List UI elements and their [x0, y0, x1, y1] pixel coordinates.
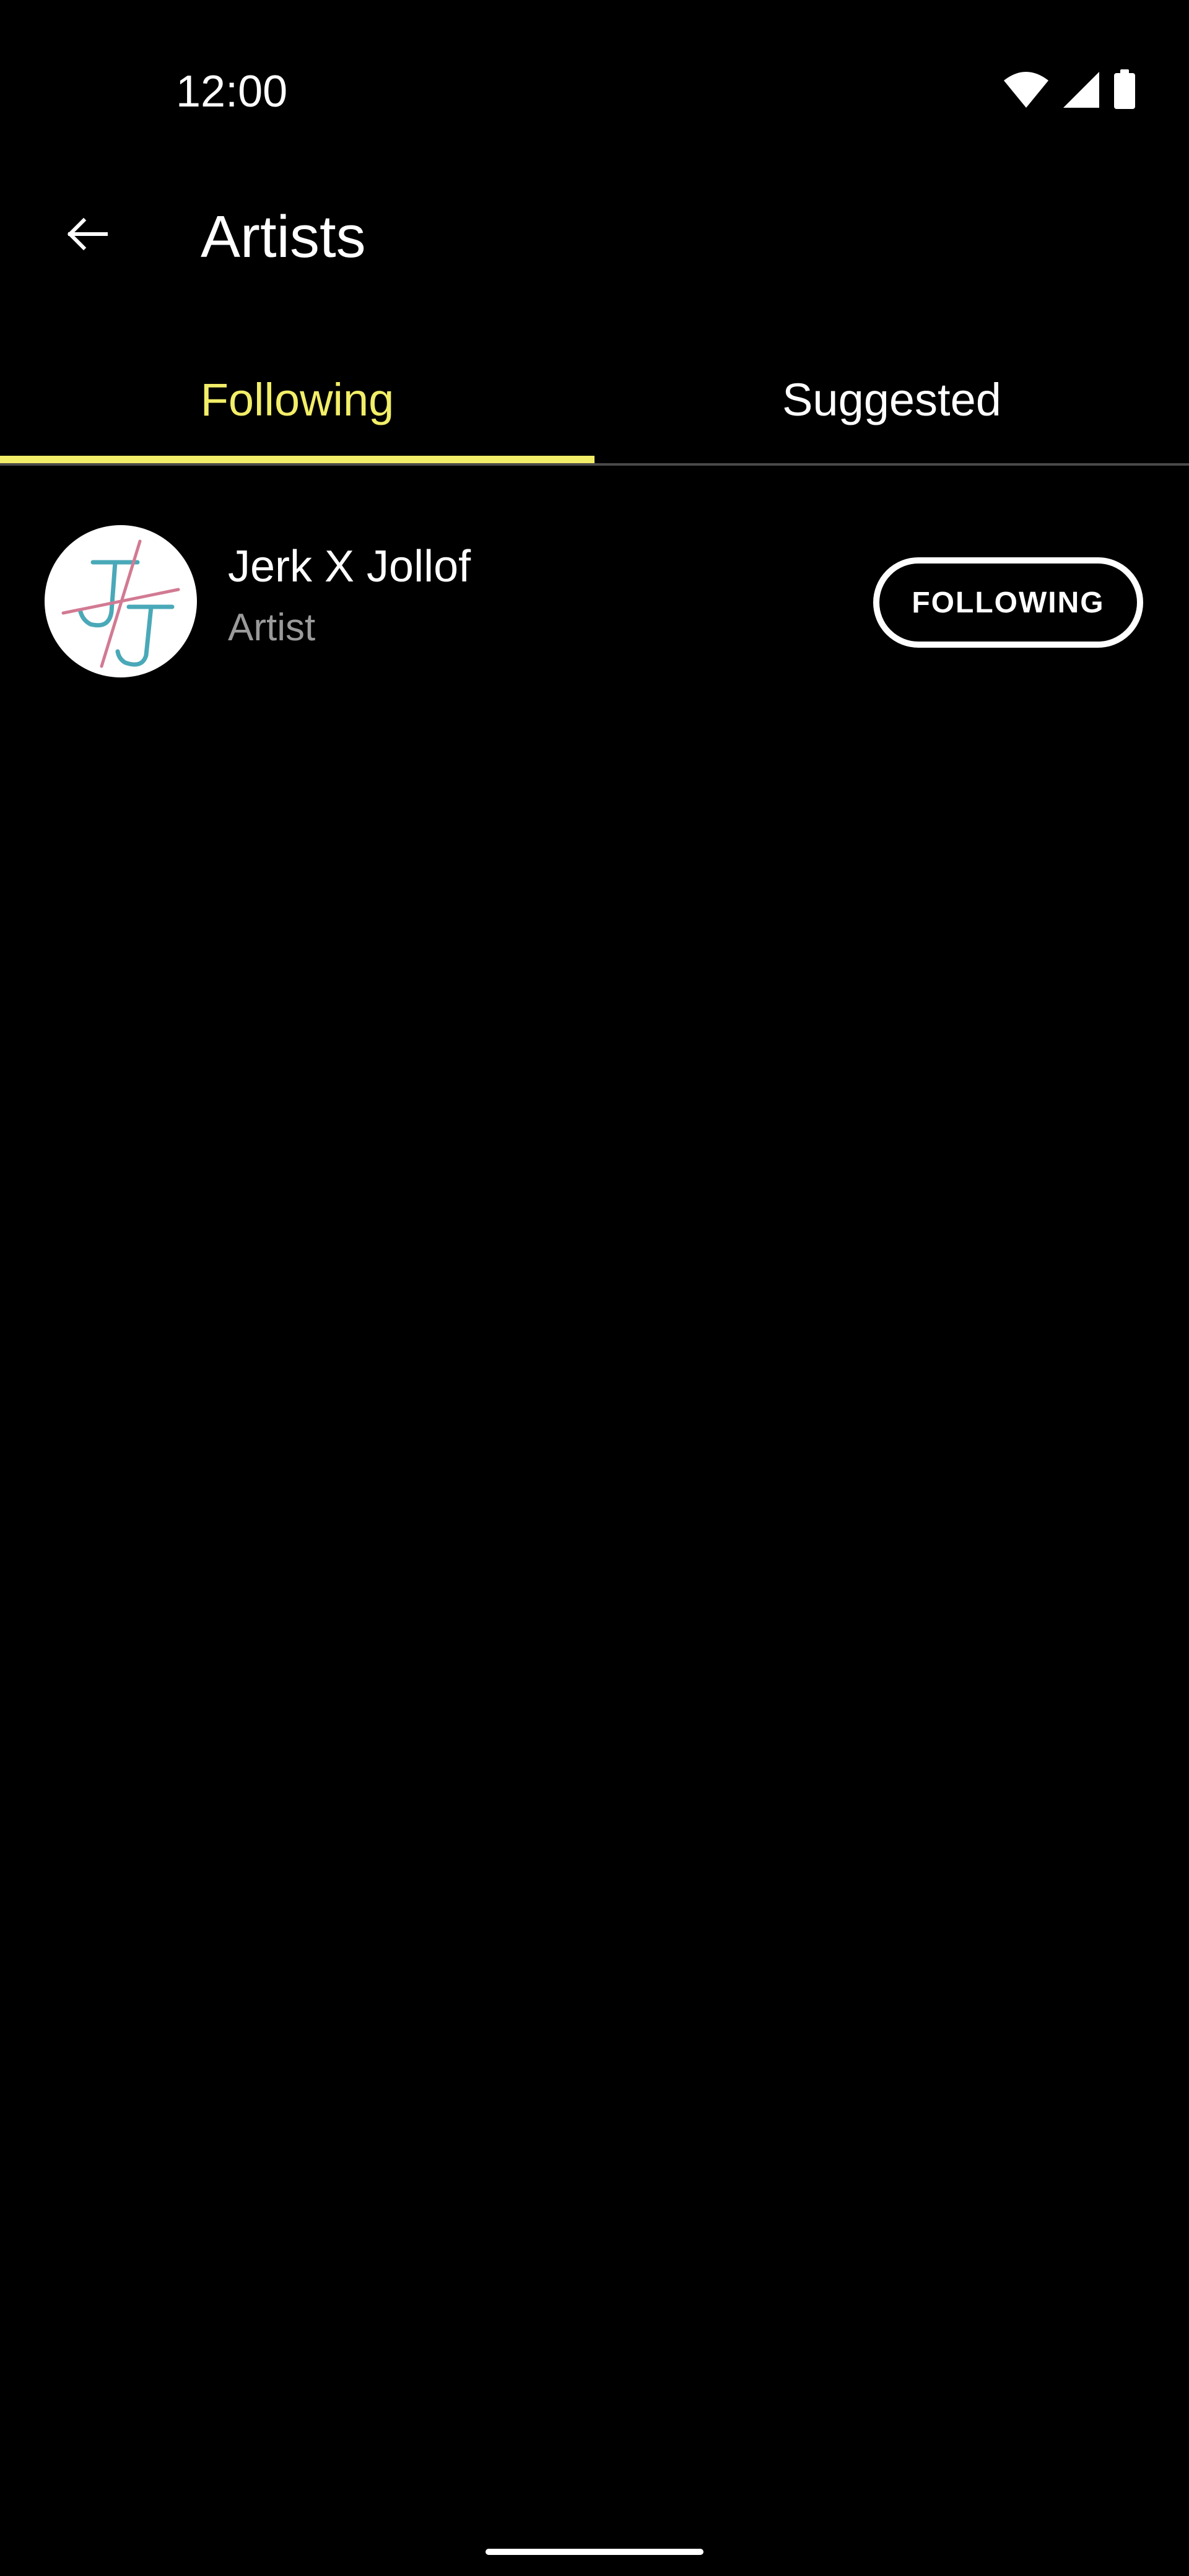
tabs-divider — [0, 463, 1189, 466]
wifi-icon — [1003, 71, 1050, 112]
battery-icon — [1113, 69, 1136, 113]
tab-indicator — [0, 456, 594, 463]
back-button[interactable] — [56, 204, 118, 266]
status-time: 12:00 — [176, 67, 288, 116]
page-title: Artists — [201, 204, 366, 270]
status-icons — [1003, 69, 1136, 113]
following-button[interactable]: FOLLOWING — [873, 557, 1143, 648]
tab-bar: Following Suggested — [0, 334, 1189, 466]
signal-icon — [1062, 71, 1100, 112]
status-bar: 12:00 — [0, 0, 1189, 186]
artist-logo-icon — [61, 539, 180, 668]
app-bar: Artists — [0, 186, 1189, 285]
home-indicator[interactable] — [486, 2549, 703, 2555]
artist-name: Jerk X Jollof — [228, 542, 471, 591]
tab-following[interactable]: Following — [0, 334, 594, 464]
back-arrow-icon — [65, 217, 108, 255]
avatar — [45, 525, 197, 677]
artist-type: Artist — [228, 606, 316, 649]
list-item[interactable]: Jerk X Jollof Artist FOLLOWING — [0, 508, 1189, 694]
tab-suggested[interactable]: Suggested — [594, 334, 1189, 464]
